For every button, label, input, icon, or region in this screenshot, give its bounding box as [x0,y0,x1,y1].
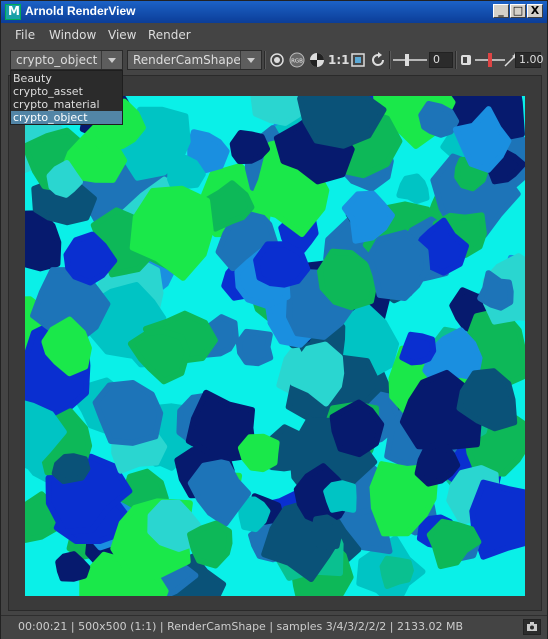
camera-select[interactable]: RenderCamShape [127,50,262,70]
close-button[interactable]: X [527,4,543,18]
gamma-slider-icon[interactable] [475,52,505,68]
menu-file[interactable]: File [15,28,35,42]
object-region [379,555,414,589]
object-region [51,453,91,484]
svg-text:RGB: RGB [291,59,303,65]
snapshot-icon[interactable] [458,52,474,68]
refresh-icon[interactable] [370,52,386,68]
exposure-slider-icon[interactable] [393,54,427,66]
toolbar-separator [455,51,457,69]
maya-m-icon [5,4,21,20]
object-region [253,241,311,288]
object-region [469,479,525,560]
menu-render[interactable]: Render [148,28,191,42]
object-region [92,380,164,446]
object-region [323,480,357,513]
object-region [311,514,343,550]
aov-dropdown-list: Beauty crypto_asset crypto_material cryp… [10,70,123,125]
menu-window[interactable]: Window [49,28,96,42]
arnold-renderview-window: Arnold RenderView _ □ X File Window View… [0,0,548,639]
title-bar[interactable]: Arnold RenderView _ □ X [1,1,547,23]
toolbar-separator [389,51,391,69]
object-region [250,96,308,126]
status-bar: 00:00:21 | 500x500 (1:1) | RenderCamShap… [1,615,547,639]
gamma-field[interactable]: 1.00 [515,52,544,68]
status-text: 00:00:21 | 500x500 (1:1) | RenderCamShap… [18,620,463,633]
ratio-button[interactable]: 1:1 [328,53,350,67]
aov-option-crypto-object[interactable]: crypto_object [11,111,122,124]
object-region [105,301,146,336]
object-region [187,520,233,569]
aov-option-crypto-asset[interactable]: crypto_asset [11,85,122,98]
aov-option-beauty[interactable]: Beauty [11,72,122,85]
menu-view[interactable]: View [108,28,136,42]
object-region [399,331,437,366]
toolbar-separator [264,51,266,69]
window-title: Arnold RenderView [25,4,136,18]
aov-select[interactable]: crypto_object [10,50,123,70]
object-region [238,496,271,533]
object-region [366,229,431,301]
chevron-down-icon [101,51,122,69]
aov-option-crypto-material[interactable]: crypto_material [11,98,122,111]
rgb-icon[interactable]: RGB [289,52,305,68]
camera-select-value: RenderCamShape [133,53,241,67]
render-image[interactable] [25,96,525,596]
maximize-button[interactable]: □ [510,4,526,18]
aov-select-value: crypto_object [16,53,98,67]
camera-snapshot-icon[interactable] [523,619,541,635]
object-region [235,328,274,367]
menu-bar: File Window View Render [1,24,547,46]
object-region [329,399,385,458]
object-region [396,173,430,204]
object-region [229,130,270,165]
checker-icon[interactable] [309,52,325,68]
render-settings-icon[interactable] [269,52,285,68]
exposure-field[interactable]: 0 [429,52,453,68]
minimize-button[interactable]: _ [493,4,509,18]
chevron-down-icon [240,51,261,69]
object-region [237,433,280,473]
region-icon[interactable] [350,52,366,68]
